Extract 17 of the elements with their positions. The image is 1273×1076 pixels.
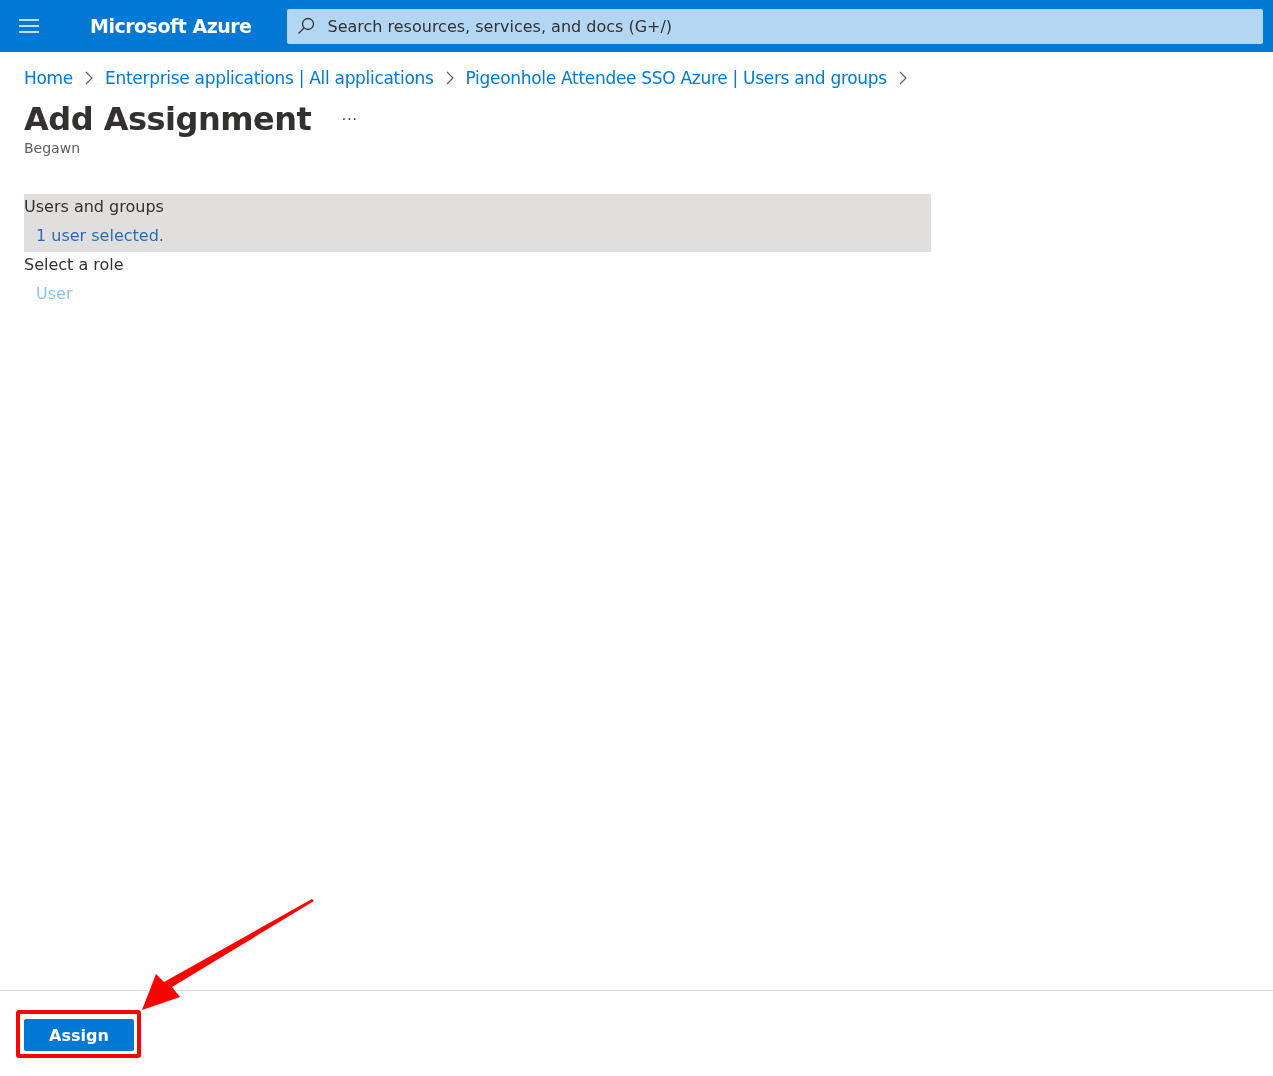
chevron-icon — [85, 71, 93, 85]
breadcrumb-link[interactable]: Home — [24, 68, 73, 88]
selected-section[interactable]: Users and groups 1 user selected. — [24, 194, 931, 252]
chevron-icon — [445, 71, 454, 85]
section-link[interactable]: 1 user selected. — [36, 226, 931, 245]
breadcrumb-link[interactable]: Enterprise applications | All applications — [105, 68, 434, 88]
section-label: Users and groups — [24, 197, 165, 216]
search-field[interactable]: Search resources, services, and docs (G+/) — [287, 8, 1263, 44]
menu-icon[interactable] — [19, 19, 39, 33]
chevron-icon — [898, 71, 907, 85]
breadcrumb-link[interactable]: Pigeonhole Attendee SSO Azure | Users and groups — [465, 68, 887, 88]
app-title[interactable]: Microsoft Azure — [90, 15, 252, 37]
page-title: Add Assignment — [24, 100, 312, 138]
page-subtitle: Begawn — [24, 140, 81, 156]
assign-button[interactable]: Assign — [24, 1019, 134, 1051]
more-button[interactable]: ··· — [335, 110, 364, 128]
section-label: Select a role — [24, 255, 125, 274]
